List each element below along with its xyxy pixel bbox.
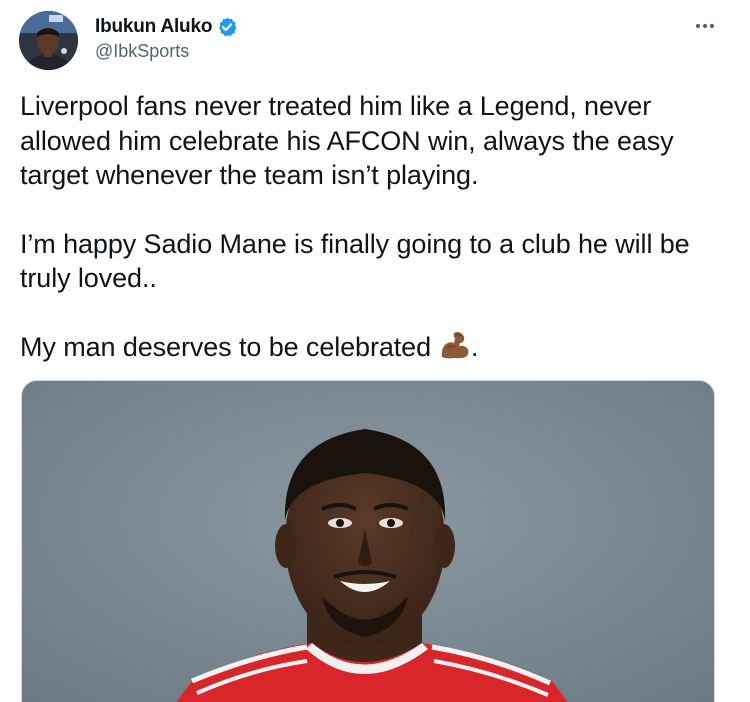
author-name-row: Ibukun Aluko	[95, 14, 238, 40]
verified-badge-icon	[216, 16, 238, 38]
tweet-text: Liverpool fans never treated him like a …	[20, 89, 730, 364]
player-photo	[22, 381, 714, 702]
tweet-paragraph-suffix: .	[471, 331, 479, 362]
author-display-name[interactable]: Ibukun Aluko	[95, 16, 212, 38]
tweet-paragraph-last: My man deserves to be celebrated .	[20, 330, 730, 365]
tweet-paragraph: Liverpool fans never treated him like a …	[20, 91, 674, 190]
flexed-biceps-emoji-icon	[439, 330, 471, 360]
tweet-card: Ibukun Aluko @IbkSports Liverpool fans n…	[0, 0, 750, 702]
author-handle[interactable]: @IbkSports	[95, 41, 238, 62]
tweet-media-image[interactable]	[21, 380, 715, 702]
more-options-button[interactable]	[688, 14, 722, 38]
more-options-icon	[693, 17, 717, 35]
tweet-paragraph: I’m happy Sadio Mane is finally going to…	[20, 228, 690, 294]
author-avatar[interactable]	[19, 11, 78, 70]
author-info: Ibukun Aluko @IbkSports	[95, 14, 238, 62]
tweet-paragraph-text: My man deserves to be celebrated	[20, 331, 432, 362]
